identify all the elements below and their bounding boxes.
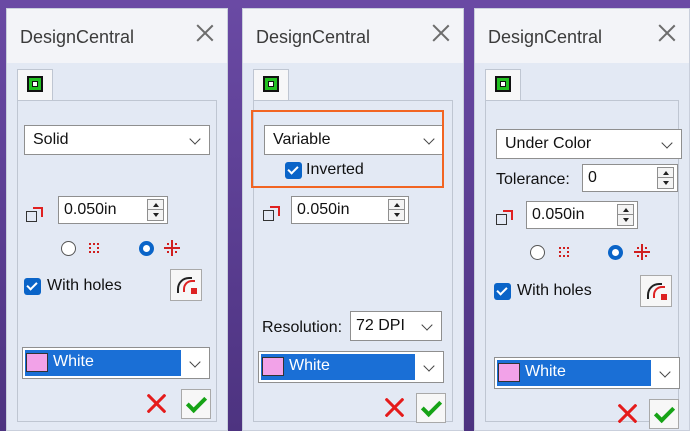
radio-outline-cross[interactable]: [608, 245, 623, 260]
color-swatch: [262, 357, 284, 376]
mode-dropdown[interactable]: Under Color: [496, 129, 682, 159]
highlight-box: [251, 110, 444, 188]
panel-body: Variable Inverted 0.050in Resolution: 72…: [251, 100, 453, 423]
designcentral-panel-1: DesignCentral Solid 0.050in With holes W…: [6, 8, 228, 431]
mode-dropdown[interactable]: Solid: [24, 125, 210, 155]
tab-outline[interactable]: [485, 69, 521, 101]
color-dropdown[interactable]: White: [22, 347, 210, 379]
close-icon[interactable]: [193, 21, 217, 45]
with-holes-label: With holes: [517, 282, 592, 299]
close-icon[interactable]: [655, 21, 679, 45]
cancel-icon[interactable]: [616, 402, 638, 424]
outline-dotted-icon: [556, 244, 572, 260]
chevron-down-icon: [189, 133, 201, 145]
tolerance-spinner[interactable]: 0: [582, 164, 678, 192]
offset-size-icon: [263, 205, 281, 223]
offset-size-icon: [26, 206, 44, 224]
close-icon[interactable]: [429, 21, 453, 45]
with-holes-label: With holes: [47, 277, 122, 294]
outline-cross-icon: [634, 244, 650, 260]
chevron-down-icon: [189, 356, 201, 368]
spin-arrows-icon[interactable]: [617, 204, 634, 226]
color-value: White: [525, 363, 566, 380]
resolution-dropdown[interactable]: 72 DPI: [350, 311, 442, 341]
chevron-down-icon: [421, 319, 433, 331]
hole-settings-button[interactable]: [170, 269, 202, 301]
radio-outline-dotted[interactable]: [61, 241, 76, 256]
title-bar: DesignCentral: [243, 9, 463, 63]
offset-spinner[interactable]: 0.050in: [526, 201, 638, 229]
radio-outline-cross[interactable]: [139, 241, 154, 256]
outline-cross-icon: [164, 240, 180, 256]
color-value: White: [289, 357, 330, 374]
mode-value: Solid: [33, 131, 69, 148]
color-dropdown[interactable]: White: [494, 357, 680, 389]
outline-tab-icon: [27, 76, 43, 92]
ok-check-button[interactable]: [416, 393, 446, 423]
designcentral-panel-3: DesignCentral Under Color Tolerance: 0 0…: [474, 8, 690, 431]
offset-size-icon: [496, 209, 514, 227]
offset-spinner[interactable]: 0.050in: [291, 196, 409, 224]
spin-arrows-icon[interactable]: [388, 199, 405, 221]
resolution-value: 72 DPI: [356, 317, 405, 334]
chevron-down-icon: [659, 366, 671, 378]
panel-body: Under Color Tolerance: 0 0.050in With ho…: [485, 100, 682, 429]
offset-value: 0.050in: [64, 201, 117, 218]
offset-value: 0.050in: [297, 201, 350, 218]
panel-title: DesignCentral: [20, 27, 135, 47]
spin-arrows-icon[interactable]: [147, 199, 164, 221]
with-holes-checkbox[interactable]: [494, 283, 511, 300]
outline-dotted-icon: [86, 240, 102, 256]
designcentral-panel-2: DesignCentral Variable Inverted 0.050in …: [242, 8, 464, 431]
outline-tab-icon: [495, 76, 511, 92]
color-swatch: [498, 363, 520, 382]
panel-title: DesignCentral: [256, 27, 371, 47]
title-bar: DesignCentral: [7, 9, 227, 63]
tab-outline[interactable]: [17, 69, 53, 101]
tolerance-label: Tolerance:: [496, 171, 570, 188]
offset-value: 0.050in: [532, 206, 585, 223]
with-holes-checkbox[interactable]: [24, 278, 41, 295]
color-value: White: [53, 353, 94, 370]
ok-check-button[interactable]: [181, 389, 211, 419]
spin-arrows-icon[interactable]: [657, 167, 674, 189]
outline-tab-icon: [263, 76, 279, 92]
ok-check-button[interactable]: [649, 399, 679, 429]
color-dropdown[interactable]: White: [258, 351, 444, 383]
chevron-down-icon: [423, 360, 435, 372]
panel-title: DesignCentral: [488, 27, 603, 47]
panel-body: Solid 0.050in With holes White: [17, 100, 217, 422]
tolerance-value: 0: [588, 169, 597, 186]
tab-outline[interactable]: [253, 69, 289, 101]
color-swatch: [26, 353, 48, 372]
radio-outline-dotted[interactable]: [530, 245, 545, 260]
chevron-down-icon: [661, 137, 673, 149]
hole-settings-button[interactable]: [640, 275, 672, 307]
resolution-label: Resolution:: [262, 319, 343, 336]
offset-spinner[interactable]: 0.050in: [58, 196, 168, 224]
cancel-icon[interactable]: [145, 392, 167, 414]
title-bar: DesignCentral: [475, 9, 689, 63]
cancel-icon[interactable]: [383, 396, 405, 418]
mode-value: Under Color: [505, 135, 592, 152]
